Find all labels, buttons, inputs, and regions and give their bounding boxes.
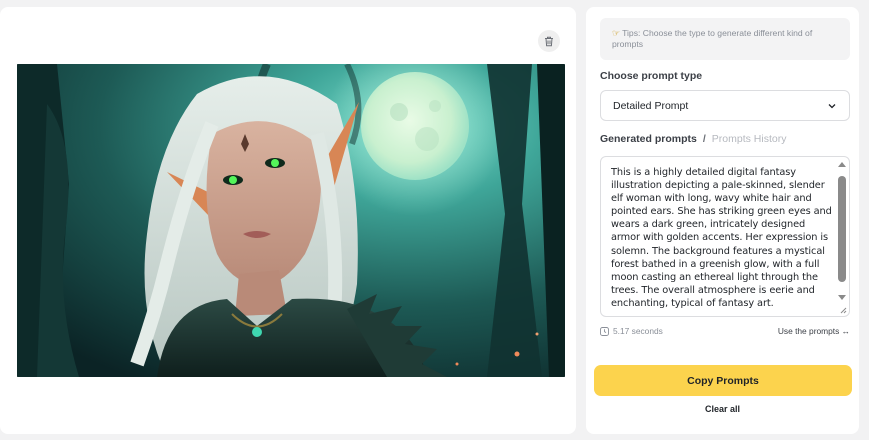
clear-all-button[interactable]: Clear all <box>586 404 859 414</box>
scroll-thumb[interactable] <box>838 176 846 282</box>
trash-icon <box>545 36 553 46</box>
image-illustration <box>17 64 565 377</box>
prompt-type-select[interactable]: Detailed Prompt <box>600 90 850 121</box>
chevron-down-icon <box>828 103 836 108</box>
scroll-down-arrow-icon[interactable] <box>838 295 846 300</box>
delete-button[interactable] <box>538 30 560 52</box>
copy-prompts-button[interactable]: Copy Prompts <box>594 365 852 396</box>
scroll-up-arrow-icon[interactable] <box>838 162 846 167</box>
choose-prompt-type-label: Choose prompt type <box>600 70 703 82</box>
tab-separator: / <box>702 133 706 145</box>
generation-time-text: 5.17 seconds <box>613 326 663 336</box>
tab-prompts-history[interactable]: Prompts History <box>712 133 787 145</box>
generated-prompt-textarea[interactable]: This is a highly detailed digital fantas… <box>600 156 850 317</box>
textarea-scrollbar[interactable] <box>836 158 848 304</box>
use-prompts-link[interactable]: Use the prompts ↔ <box>778 326 850 336</box>
tips-box: ☞ Tips: Choose the type to generate diffe… <box>600 18 850 60</box>
tips-text: Tips: Choose the type to generate differ… <box>612 28 813 49</box>
timer-icon <box>600 326 609 336</box>
resize-grip-icon[interactable] <box>839 306 847 314</box>
uploaded-image <box>17 64 565 377</box>
tab-generated-prompts[interactable]: Generated prompts <box>600 133 697 145</box>
pointing-hand-icon: ☞ <box>612 28 621 38</box>
generated-prompt-text: This is a highly detailed digital fantas… <box>611 167 832 309</box>
prompt-meta-row: 5.17 seconds Use the prompts ↔ <box>600 325 850 337</box>
prompt-tabs: Generated prompts / Prompts History <box>600 133 786 145</box>
prompt-type-value: Detailed Prompt <box>613 99 689 112</box>
prompt-panel: ☞ Tips: Choose the type to generate diffe… <box>586 7 859 434</box>
image-panel <box>0 7 576 434</box>
generation-time: 5.17 seconds <box>600 326 663 336</box>
